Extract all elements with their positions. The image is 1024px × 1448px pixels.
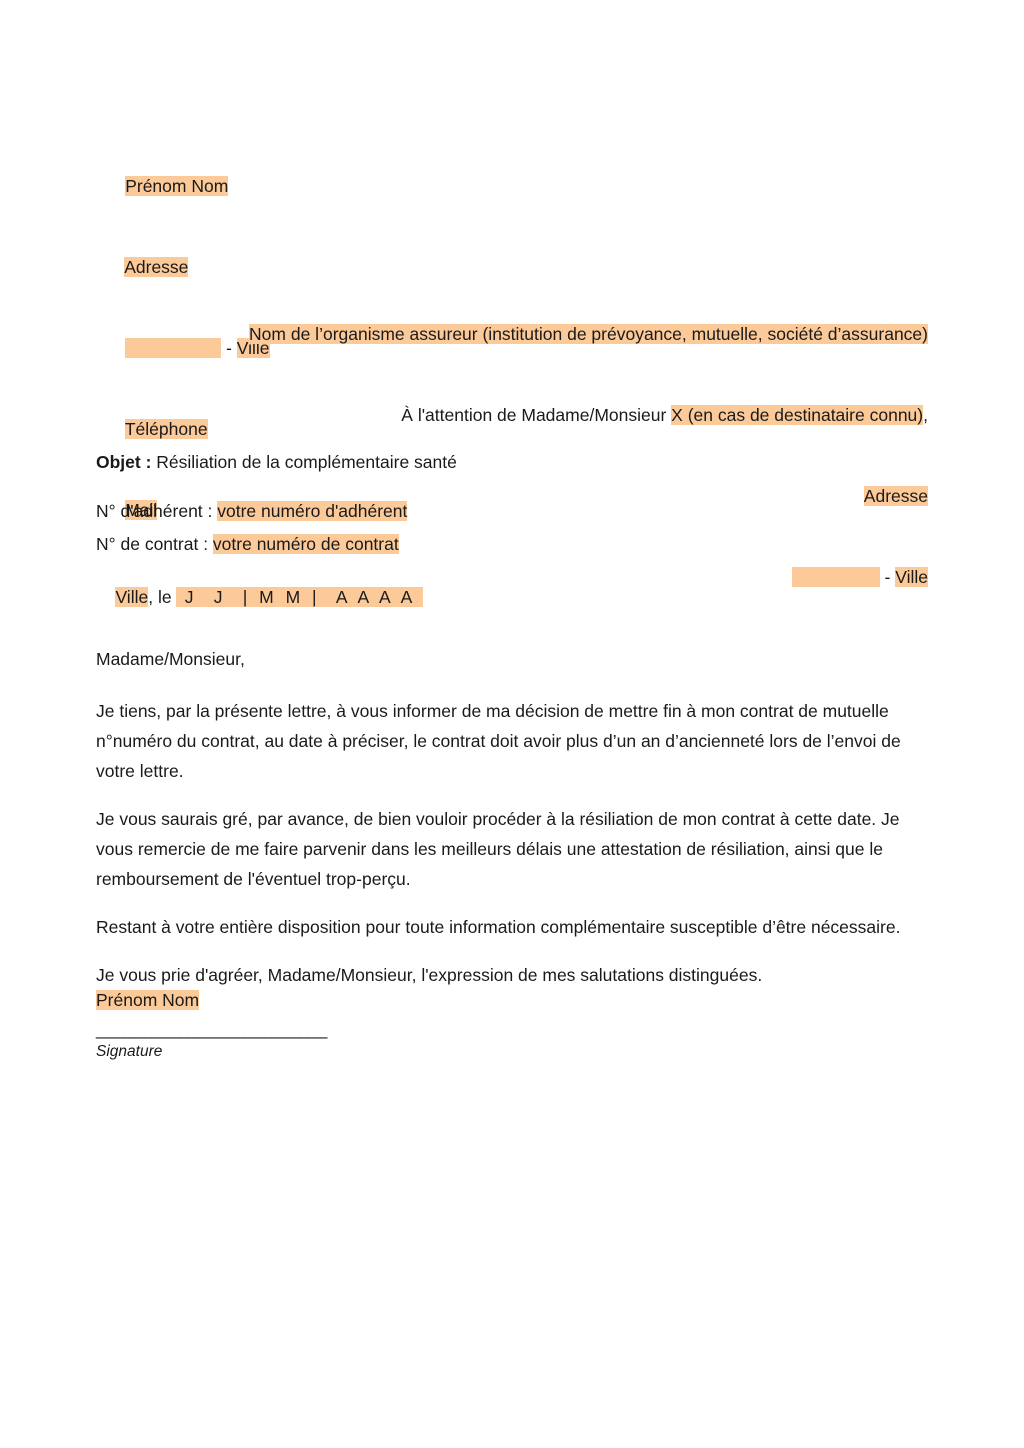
contract-number-label: N° de contrat : xyxy=(96,534,213,554)
sender-phone: Téléphone xyxy=(124,419,208,439)
body-paragraph-3: Restant à votre entière disposition pour… xyxy=(96,917,901,937)
recipient-attention-suffix: , xyxy=(923,405,928,425)
subject-value: Résiliation de la complémentaire santé xyxy=(151,452,457,472)
member-number-value: votre numéro d'adhérent xyxy=(217,501,408,521)
letter-body: Madame/Monsieur, Je tiens, par la présen… xyxy=(96,644,930,1008)
member-number-label: N° d'adhérent : xyxy=(96,501,218,521)
recipient-organisation-line: Nom de l’organisme assureur (institution… xyxy=(220,294,928,375)
recipient-city: Ville xyxy=(895,567,928,587)
body-paragraph-2: Je vous saurais gré, par avance, de bien… xyxy=(96,809,900,889)
signature-name: Prénom Nom xyxy=(96,990,200,1010)
contract-number-value: votre numéro de contrat xyxy=(212,534,399,554)
subject-label: Objet : xyxy=(96,452,152,472)
recipient-attention-placeholder: X (en cas de destinataire connu) xyxy=(671,405,924,425)
signature-name-line: Prénom Nom xyxy=(96,990,327,1011)
recipient-postal-code-placeholder xyxy=(791,567,880,587)
sender-name-line: Prénom Nom xyxy=(96,146,270,227)
sender-postal-code-placeholder xyxy=(125,338,222,358)
closing-formula: Je vous prie d'agréer, Madame/Monsieur, … xyxy=(96,965,763,985)
subject-block: Objet : Résiliation de la complémentaire… xyxy=(96,452,457,561)
member-number-line: N° d'adhérent : votre numéro d'adhérent xyxy=(96,495,457,528)
recipient-city-separator: - xyxy=(879,567,896,587)
recipient-address: Adresse xyxy=(863,486,928,506)
body-paragraph-1: Je tiens, par la présente lettre, à vous… xyxy=(96,701,901,781)
signature-caption: Signature xyxy=(96,1043,163,1060)
letter-page: Prénom Nom Adresse - Ville Téléphone Mai… xyxy=(0,0,1024,1448)
date-placeholder: J J | M M | A A A A xyxy=(176,587,424,607)
recipient-organisation: Nom de l’organisme assureur (institution… xyxy=(249,324,928,344)
signature-rule: _________________________ xyxy=(96,1019,327,1039)
sender-name: Prénom Nom xyxy=(125,176,229,196)
sender-address: Adresse xyxy=(124,257,189,277)
date-separator: , le xyxy=(148,587,177,607)
date-city: Ville xyxy=(115,587,149,607)
date-line: Ville, le J J | M M | A A A A xyxy=(96,566,424,629)
subject-line: Objet : Résiliation de la complémentaire… xyxy=(96,452,457,473)
recipient-attention-line: À l'attention de Madame/Monsieur X (en c… xyxy=(220,375,928,456)
contract-number-line: N° de contrat : votre numéro de contrat xyxy=(96,528,457,561)
signature-block: Prénom Nom _________________________ Sig… xyxy=(96,990,327,1063)
recipient-attention-prefix: À l'attention de Madame/Monsieur xyxy=(401,405,672,425)
salutation: Madame/Monsieur, xyxy=(96,649,245,669)
